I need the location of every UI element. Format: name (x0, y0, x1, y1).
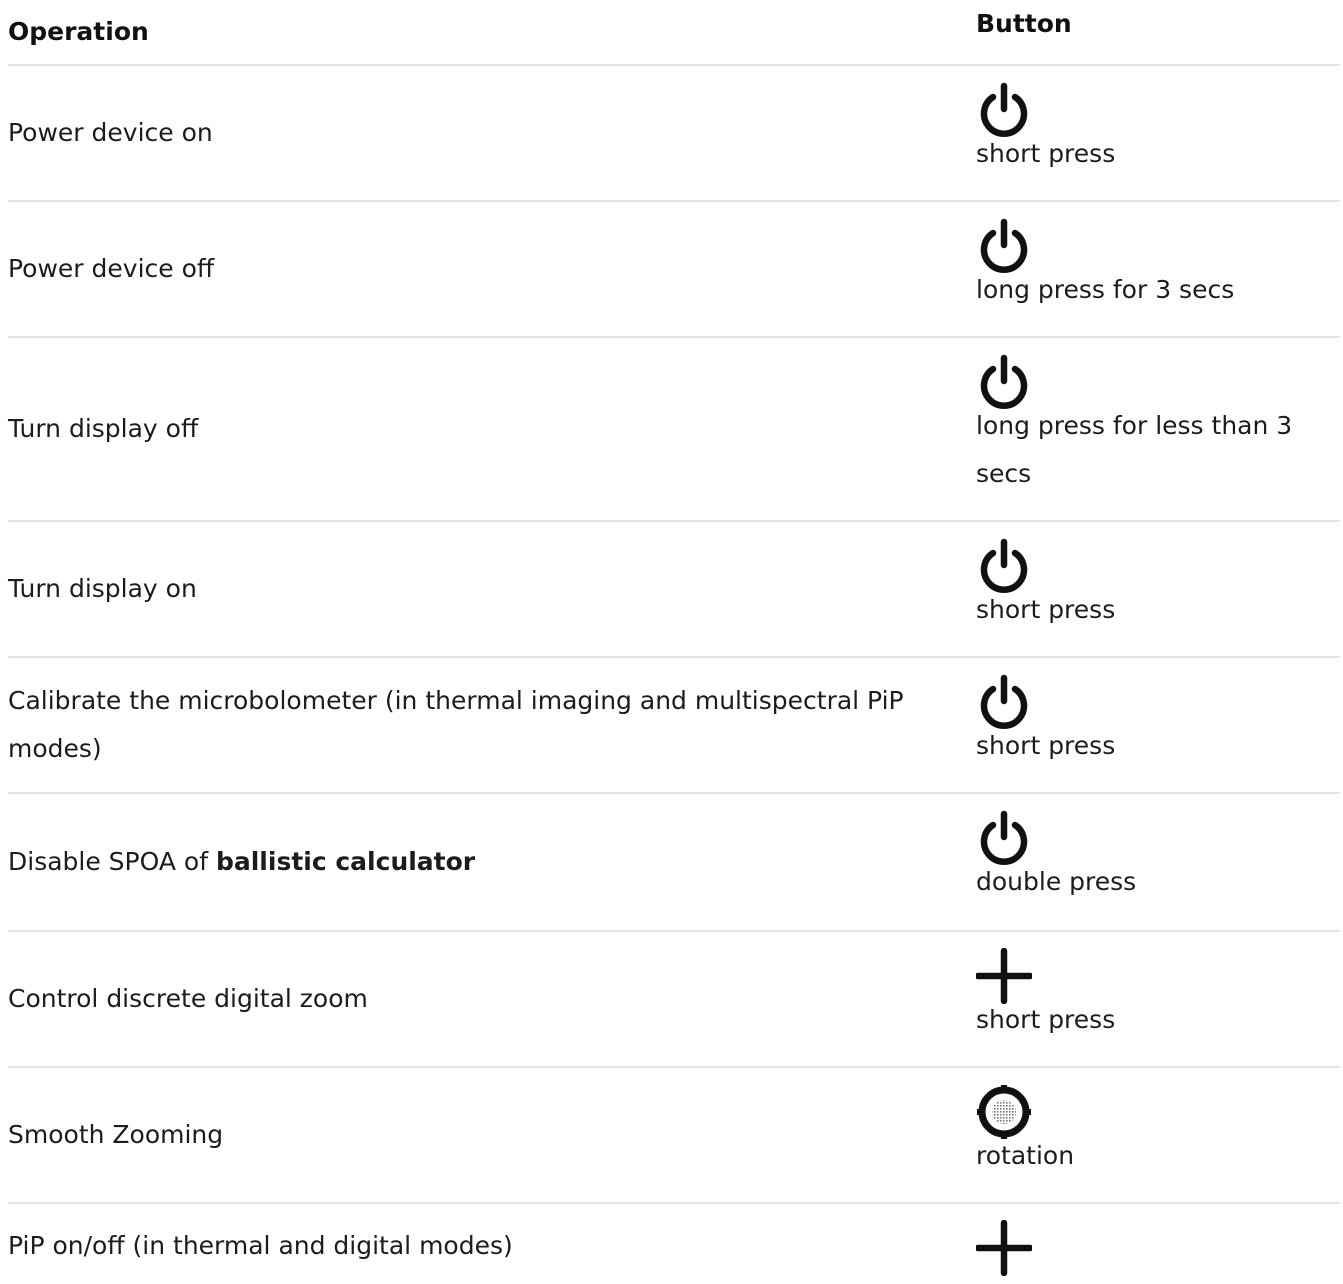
press-type-label: long press for 3 secs (976, 275, 1235, 304)
press-type-label: short press (976, 731, 1116, 760)
button-cell: double press (976, 794, 1340, 906)
operation-text: Calibrate the microbolometer (in thermal… (8, 686, 904, 763)
table-row: Power device on short press (8, 66, 1340, 202)
table-row: Turn display off long press for less tha… (8, 338, 1340, 522)
table-row: Smooth Zooming rotation (8, 1068, 1340, 1204)
button-cell: short press (976, 658, 1340, 770)
operation-text: Control discrete digital zoom (8, 984, 368, 1013)
button-cell: short press (976, 932, 1340, 1044)
operation-cell: Power device off (8, 202, 938, 336)
press-type-label: rotation (976, 1141, 1075, 1170)
button-cell: short press (976, 522, 1340, 634)
operation-text-plain: Disable SPOA of (8, 847, 216, 876)
table-row: Turn display on short press (8, 522, 1340, 658)
operation-text: Turn display on (8, 574, 197, 603)
operation-cell: Power device on (8, 66, 938, 200)
operation-cell: Calibrate the microbolometer (in thermal… (8, 658, 938, 792)
operation-text: PiP on/off (in thermal and digital modes… (8, 1231, 513, 1260)
table-row: Control discrete digital zoom short pres… (8, 932, 1340, 1068)
press-type-label: short press (976, 1005, 1116, 1034)
button-cell: long press for less than 3 secs (976, 338, 1340, 498)
ballistic-calculator-link-text: ballistic calculator (215, 847, 476, 876)
operation-cell: PiP on/off (in thermal and digital modes… (8, 1204, 938, 1284)
operation-text: Turn display off (8, 414, 199, 443)
operation-cell: Turn display on (8, 522, 938, 656)
button-cell: short press (976, 66, 1340, 178)
operation-text: Power device off (8, 254, 215, 283)
press-type-label: long press for less than 3 secs (976, 411, 1293, 488)
operation-text: Disable SPOA of ballistic calculator (8, 838, 475, 886)
button-cell: long press for 3 secs (976, 202, 1340, 314)
table-row: Calibrate the microbolometer (in thermal… (8, 658, 1340, 794)
operation-cell: Disable SPOA of ballistic calculator (8, 794, 938, 930)
header-operation: Operation (8, 17, 149, 46)
button-cell: rotation (976, 1068, 1340, 1180)
operation-text: Power device on (8, 118, 213, 147)
table-header-row: Operation Button (8, 0, 1340, 66)
table-row: Power device off long press for 3 secs (8, 202, 1340, 338)
button-cell (976, 1204, 1340, 1276)
table-row: Disable SPOA of ballistic calculator dou… (8, 794, 1340, 932)
operation-cell: Control discrete digital zoom (8, 932, 938, 1066)
operation-text: Smooth Zooming (8, 1120, 224, 1149)
press-type-label: double press (976, 867, 1137, 896)
header-button: Button (976, 9, 1072, 38)
press-type-label: short press (976, 139, 1116, 168)
operation-cell: Turn display off (8, 338, 938, 520)
button-operations-table: Operation Button Power device on short p… (8, 0, 1340, 1284)
table-row: PiP on/off (in thermal and digital modes… (8, 1204, 1340, 1284)
press-type-label: short press (976, 595, 1116, 624)
operation-cell: Smooth Zooming (8, 1068, 938, 1202)
